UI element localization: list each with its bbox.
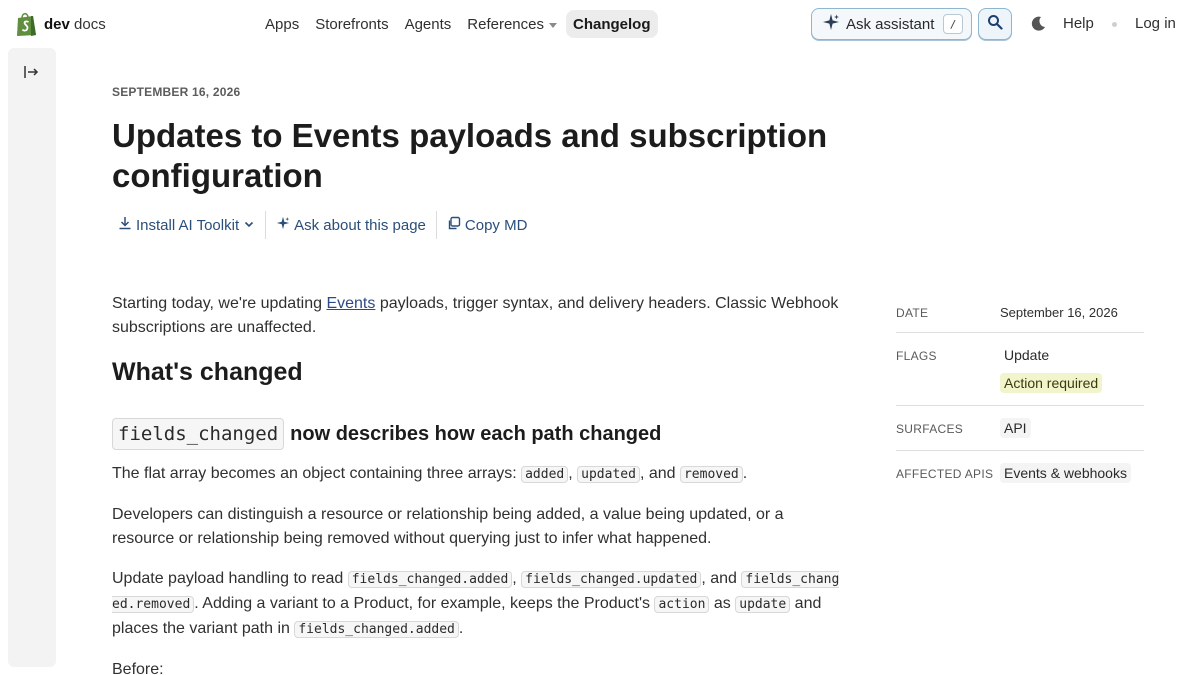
meta-key-date: DATE <box>896 306 929 320</box>
meta-value-date: September 16, 2026 <box>1000 305 1118 320</box>
ask-assistant-button[interactable]: Ask assistant / <box>811 8 972 40</box>
moon-icon[interactable] <box>1028 14 1048 34</box>
inline-code: update <box>735 596 791 613</box>
events-link[interactable]: Events <box>326 295 375 312</box>
separator-dot <box>1112 22 1117 27</box>
sparkle-icon <box>822 13 840 35</box>
publish-date: SEPTEMBER 16, 2026 <box>112 85 241 99</box>
action-divider <box>265 211 267 239</box>
nav-item-storefronts[interactable]: Storefronts <box>308 10 395 38</box>
changelog-metadata: DATE September 16, 2026 FLAGS Update Act… <box>896 296 1144 495</box>
subsection-heading: fields_changed now describes how each pa… <box>112 418 847 450</box>
meta-row-date: DATE September 16, 2026 <box>896 296 1144 333</box>
paragraph-update-handling: Update payload handling to read fields_c… <box>112 570 840 638</box>
collapsed-sidebar <box>8 48 56 667</box>
nav-item-apps[interactable]: Apps <box>258 10 306 38</box>
flag-badge-action-required: Action required <box>1000 373 1103 393</box>
article-body: Starting today, we're updating Events pa… <box>112 292 847 675</box>
surface-badge-api: API <box>1000 418 1031 438</box>
meta-row-affected-apis: AFFECTED APIS Events & webhooks <box>896 451 1144 495</box>
nav-item-changelog[interactable]: Changelog <box>566 10 658 38</box>
affected-api-badge: Events & webhooks <box>1000 463 1131 483</box>
inline-code: updated <box>577 466 640 483</box>
inline-code: removed <box>679 466 743 483</box>
search-button[interactable] <box>978 8 1012 40</box>
meta-key-flags: FLAGS <box>896 349 937 363</box>
primary-nav: Apps Storefronts Agents References Chang… <box>258 10 658 38</box>
meta-key-surfaces: SURFACES <box>896 422 964 436</box>
subsection-heading-text: now describes how each path changed <box>290 423 662 445</box>
meta-key-affected-apis: AFFECTED APIS <box>896 467 994 481</box>
brand-name: dev docs <box>44 15 106 33</box>
copy-markdown-button[interactable]: Copy MD <box>441 216 534 234</box>
nav-item-references-label: References <box>467 15 544 33</box>
page-title: Updates to Events payloads and subscript… <box>112 117 828 194</box>
inline-code: fields_changed <box>112 418 285 450</box>
ask-about-page-label: Ask about this page <box>294 216 426 234</box>
meta-row-flags: FLAGS Update Action required <box>896 333 1144 406</box>
chevron-down-icon <box>549 22 557 28</box>
sparkle-icon <box>276 216 290 234</box>
section-heading-whats-changed: What's changed <box>112 358 303 386</box>
meta-row-surfaces: SURFACES API <box>896 406 1144 451</box>
install-ai-toolkit-label: Install AI Toolkit <box>136 216 240 234</box>
top-navigation: dev docs Apps Storefronts Agents Referen… <box>0 0 1200 48</box>
inline-code: added <box>521 466 569 483</box>
ask-about-page-button[interactable]: Ask about this page <box>270 216 432 234</box>
inline-code: fields_changed.added <box>347 571 513 588</box>
nav-item-references[interactable]: References <box>460 10 564 38</box>
chevron-down-icon <box>243 217 255 234</box>
expand-sidebar-icon[interactable] <box>23 64 41 80</box>
login-link[interactable]: Log in <box>1135 15 1176 32</box>
search-icon <box>987 14 1003 35</box>
paragraph-distinguish: Developers can distinguish a resource or… <box>112 506 784 547</box>
paragraph-arrays: The flat array becomes an object contain… <box>112 465 748 483</box>
copy-markdown-label: Copy MD <box>464 216 528 234</box>
home-logo-link[interactable]: dev docs <box>16 11 106 37</box>
action-divider <box>435 211 437 239</box>
nav-item-agents[interactable]: Agents <box>398 10 459 38</box>
inline-code: action <box>654 596 710 613</box>
help-link[interactable]: Help <box>1063 15 1094 32</box>
ask-assistant-label: Ask assistant <box>846 15 935 33</box>
install-ai-toolkit-button[interactable]: Install AI Toolkit <box>112 216 261 234</box>
meta-value-flags: Update Action required <box>1000 345 1144 393</box>
download-icon <box>118 216 132 234</box>
flag-badge-update: Update <box>1004 347 1050 363</box>
page-actions: Install AI Toolkit Ask about this page C… <box>112 210 533 240</box>
copy-icon <box>447 216 461 234</box>
before-label: Before: <box>112 661 164 675</box>
keyboard-shortcut-badge: / <box>943 14 963 34</box>
inline-code: fields_changed.added <box>294 621 459 638</box>
shopping-bag-icon <box>16 11 38 37</box>
inline-code: fields_changed.updated <box>521 571 702 588</box>
intro-paragraph: Starting today, we're updating Events pa… <box>112 295 839 336</box>
